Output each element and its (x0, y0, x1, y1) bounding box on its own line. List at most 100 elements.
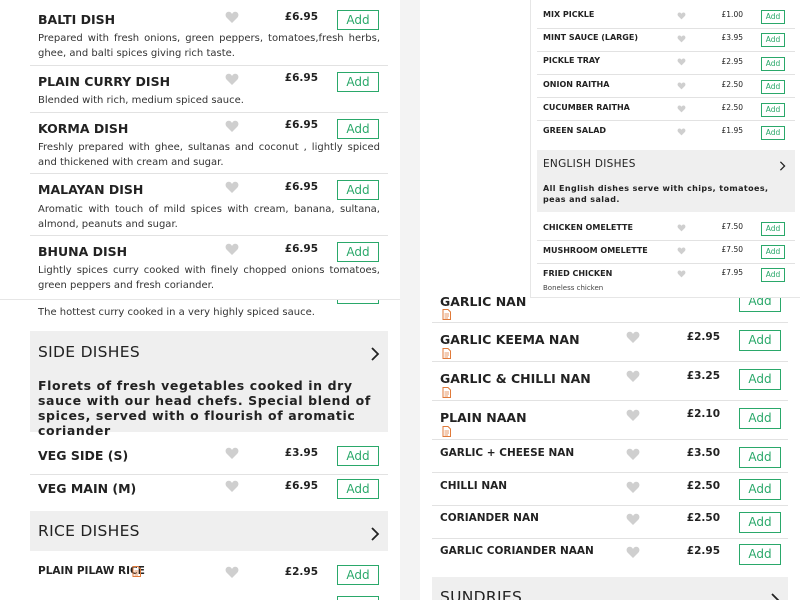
divider (432, 538, 788, 539)
add-button[interactable]: Add (761, 245, 785, 259)
item-price: £7.50 (721, 222, 743, 231)
add-button[interactable]: Add (337, 446, 379, 466)
heart-icon[interactable] (626, 481, 640, 494)
item-name: MUSHROOM OMELETTE (543, 246, 648, 255)
sides-english-panel: MIX PICKLE £1.00 Add MINT SAUCE (LARGE) … (530, 0, 800, 298)
item-name: CHICKEN OMELETTE (543, 223, 633, 232)
add-button[interactable]: Add (739, 330, 781, 351)
item-description: The hottest curry cooked in a very highl… (38, 307, 315, 318)
divider (30, 173, 388, 174)
add-button[interactable]: Add (739, 512, 781, 533)
item-name: CUCUMBER RAITHA (543, 103, 630, 112)
item-description: Freshly prepared with ghee, sultanas and… (38, 142, 380, 168)
add-button[interactable]: Add (337, 10, 379, 30)
section-side-dishes[interactable]: SIDE DISHES Florets of fresh vegetables … (30, 331, 388, 438)
item-price: £6.95 (284, 243, 318, 255)
add-button[interactable]: Add (761, 222, 785, 236)
item-name: KORMA DISH (38, 121, 129, 136)
item-price: £2.50 (686, 480, 720, 492)
heart-icon[interactable] (677, 58, 686, 66)
item-price: £6.95 (284, 72, 318, 84)
heart-icon[interactable] (225, 120, 239, 133)
heart-icon[interactable] (626, 546, 640, 559)
section-sundries[interactable]: SUNDRIES (432, 577, 788, 600)
heart-icon[interactable] (626, 448, 640, 461)
document-icon[interactable] (442, 426, 451, 437)
heart-icon[interactable] (225, 447, 239, 460)
item-price: £7.50 (721, 245, 743, 254)
divider (537, 28, 795, 29)
add-button[interactable]: Add (739, 408, 781, 429)
add-button[interactable]: Add (761, 126, 785, 140)
add-button[interactable]: Add (761, 10, 785, 24)
add-button[interactable]: Add (337, 242, 379, 262)
add-button[interactable]: Add (337, 479, 379, 499)
add-button[interactable]: Add (761, 80, 785, 94)
item-price: £7.95 (721, 268, 743, 277)
heart-icon[interactable] (626, 370, 640, 383)
add-button[interactable]: Add (739, 369, 781, 390)
add-button[interactable]: Add (739, 544, 781, 565)
item-price: £3.25 (686, 370, 720, 382)
section-description: All English dishes serve with chips, tom… (543, 184, 769, 204)
heart-icon[interactable] (225, 480, 239, 493)
item-name: CORIANDER NAN (440, 512, 539, 524)
item-name: GARLIC NAN (440, 294, 527, 309)
document-icon[interactable] (442, 309, 451, 320)
heart-icon[interactable] (677, 247, 686, 255)
heart-icon[interactable] (677, 270, 686, 278)
section-description: Florets of fresh vegetables cooked in dr… (38, 378, 371, 438)
section-title: ENGLISH DISHES (543, 158, 636, 170)
item-name: VEG SIDE (S) (38, 448, 129, 463)
divider (30, 112, 388, 113)
add-button[interactable]: Add (739, 479, 781, 500)
item-name: PICKLE TRAY (543, 56, 601, 65)
add-button[interactable]: Add (761, 103, 785, 117)
heart-icon[interactable] (225, 243, 239, 256)
chevron-right-icon[interactable] (770, 593, 780, 600)
item-name: BHUNA DISH (38, 244, 128, 259)
heart-icon[interactable] (677, 82, 686, 90)
document-icon[interactable] (442, 348, 451, 359)
add-button[interactable] (337, 596, 379, 600)
heart-icon[interactable] (225, 566, 239, 579)
heart-icon[interactable] (626, 513, 640, 526)
item-name: ONION RAITHA (543, 80, 610, 89)
chevron-right-icon[interactable] (370, 527, 380, 541)
add-button[interactable]: Add (761, 33, 785, 47)
divider (537, 120, 795, 121)
add-button[interactable]: Add (337, 180, 379, 200)
document-icon[interactable] (442, 387, 451, 398)
heart-icon[interactable] (677, 35, 686, 43)
chevron-right-icon[interactable] (779, 161, 786, 171)
heart-icon[interactable] (677, 105, 686, 113)
item-name: PLAIN PILAW RICE (38, 565, 145, 577)
heart-icon[interactable] (677, 12, 686, 20)
chevron-right-icon[interactable] (370, 347, 380, 361)
add-button[interactable]: Add (761, 268, 785, 282)
heart-icon[interactable] (626, 331, 640, 344)
add-button[interactable]: Add (739, 447, 781, 468)
heart-icon[interactable] (677, 224, 686, 232)
add-button[interactable]: Add (761, 57, 785, 71)
item-name: MINT SAUCE (LARGE) (543, 33, 638, 42)
item-name: GARLIC CORIANDER NAAN (440, 545, 594, 557)
add-button[interactable]: Add (337, 119, 379, 139)
item-name: FRIED CHICKEN (543, 269, 613, 278)
item-description: Prepared with fresh onions, green pepper… (38, 33, 380, 59)
heart-icon[interactable] (677, 128, 686, 136)
add-button[interactable]: Add (337, 565, 379, 585)
section-title: RICE DISHES (38, 522, 140, 540)
item-price: £6.95 (284, 11, 318, 23)
document-icon[interactable] (132, 566, 141, 577)
item-price: £3.95 (721, 33, 743, 42)
section-rice-dishes[interactable]: RICE DISHES (30, 511, 388, 551)
heart-icon[interactable] (225, 181, 239, 194)
add-button[interactable]: Add (337, 72, 379, 92)
item-name: PLAIN CURRY DISH (38, 74, 171, 89)
divider (30, 235, 388, 236)
heart-icon[interactable] (626, 409, 640, 422)
heart-icon[interactable] (225, 73, 239, 86)
section-english-dishes[interactable]: ENGLISH DISHES All English dishes serve … (537, 150, 795, 212)
heart-icon[interactable] (225, 11, 239, 24)
